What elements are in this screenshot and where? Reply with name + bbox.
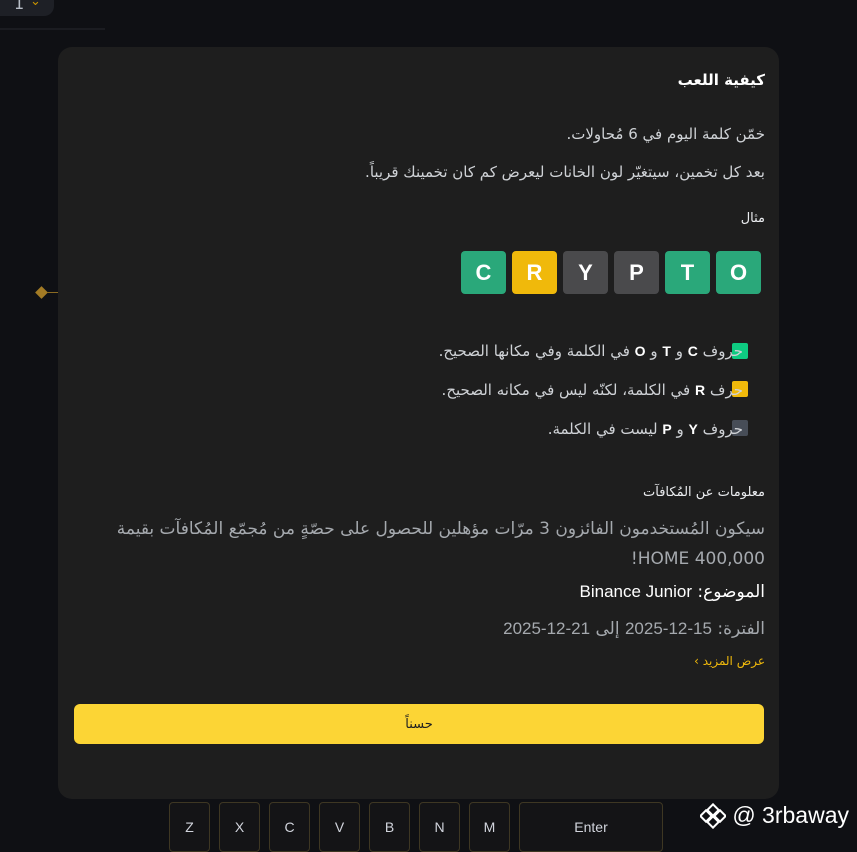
legend-letter: O: [634, 343, 646, 359]
chevron-left-icon: ›: [694, 654, 699, 668]
period-end: 2025-12-21: [503, 619, 591, 638]
example-tile: T: [665, 251, 710, 294]
enter-key[interactable]: Enter: [519, 802, 663, 852]
show-more-label: عرض المزيد: [702, 654, 765, 668]
background-pill: [0, 0, 54, 16]
legend-prefix: حروف: [702, 420, 743, 438]
legend-suffix: في الكلمة، لكنّه ليس في مكانه الصحيح.: [441, 381, 691, 399]
period-start: 2025-12-15: [624, 619, 712, 638]
explain-text: بعد كل تخمين، سيتغيّر لون الخانات ليعرض …: [365, 163, 765, 181]
legend-prefix: حروف: [702, 342, 743, 360]
example-tile: O: [716, 251, 761, 294]
example-tile: P: [614, 251, 659, 294]
legend-present: حرف R في الكلمة، لكنّه ليس في مكانه الصح…: [442, 381, 743, 399]
theme-label: الموضوع:: [697, 582, 765, 602]
diamond-marker-icon: [35, 286, 48, 299]
key-c[interactable]: C: [269, 802, 310, 852]
theme-value: Binance Junior: [579, 582, 692, 601]
show-more-link[interactable]: عرض المزيد ›: [694, 654, 765, 668]
legend-correct: حروف C و T و O في الكلمة وفي مكانها الصح…: [439, 342, 743, 360]
legend-and: و: [650, 342, 658, 360]
intro-text: خمّن كلمة اليوم في 6 مُحاولات.: [566, 125, 765, 143]
example-tile: R: [512, 251, 557, 294]
example-tile: C: [461, 251, 506, 294]
background-divider: [0, 28, 105, 30]
legend-letter: T: [662, 343, 671, 359]
period-to: إلى: [595, 619, 620, 639]
key-v[interactable]: V: [319, 802, 360, 852]
period-line: الفترة: 2025-12-15 إلى 2025-12-21: [503, 619, 765, 639]
modal-title: كيفية اللعب: [677, 71, 765, 89]
legend-suffix: في الكلمة وفي مكانها الصحيح.: [438, 342, 630, 360]
example-label: مثال: [740, 211, 765, 226]
ok-button[interactable]: حسناً: [74, 704, 764, 744]
key-m[interactable]: M: [469, 802, 510, 852]
legend-suffix: ليست في الكلمة.: [547, 420, 658, 438]
chevron-down-icon: ⌄: [30, 0, 41, 9]
key-z[interactable]: Z: [169, 802, 210, 852]
legend-and: و: [676, 420, 684, 438]
binance-logo-icon: [700, 802, 727, 829]
how-to-play-modal: كيفية اللعب خمّن كلمة اليوم في 6 مُحاولا…: [58, 47, 779, 799]
legend-prefix: حرف: [709, 381, 743, 399]
example-tile: Y: [563, 251, 608, 294]
watermark: @ 3rbaway: [700, 802, 849, 829]
key-b[interactable]: B: [369, 802, 410, 852]
legend-absent: حروف Y و P ليست في الكلمة.: [548, 420, 743, 438]
period-label: الفترة:: [717, 619, 765, 639]
rewards-title: معلومات عن المُكافآت: [643, 485, 765, 500]
legend-letter: C: [687, 343, 698, 359]
theme-line: الموضوع: Binance Junior: [580, 582, 765, 602]
legend-letter: Y: [688, 421, 698, 437]
rewards-text: سيكون المُستخدمون الفائزون 3 مرّات مؤهلي…: [116, 519, 765, 569]
key-x[interactable]: X: [219, 802, 260, 852]
legend-letter: P: [662, 421, 672, 437]
watermark-text: @ 3rbaway: [732, 802, 849, 828]
legend-letter: R: [694, 382, 706, 398]
example-tiles: O T P Y R C: [461, 251, 761, 294]
background-pill-text: 1: [14, 0, 25, 13]
key-n[interactable]: N: [419, 802, 460, 852]
legend-and: و: [675, 342, 683, 360]
